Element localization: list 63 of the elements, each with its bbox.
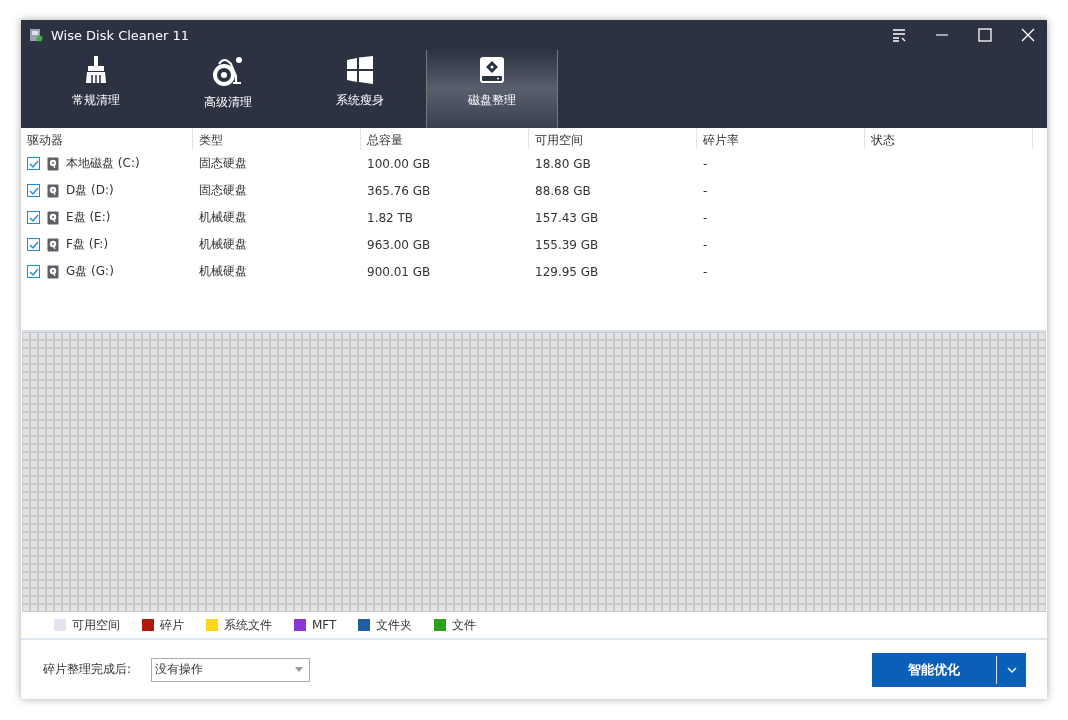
table-cell: 100.00 GB <box>367 156 431 171</box>
table-cell: 900.01 GB <box>367 264 431 279</box>
legend-label: 文件 <box>452 616 477 634</box>
table-cell: 155.39 GB <box>535 237 599 252</box>
legend-label: 系统文件 <box>224 616 272 634</box>
table-cell: - <box>703 264 708 279</box>
table-cell: G盘 (G:) <box>66 263 114 280</box>
column-header[interactable]: 可用空间 <box>529 128 697 150</box>
table-cell: 18.80 GB <box>535 156 591 171</box>
checkbox[interactable] <box>27 265 40 278</box>
table-cell: 固态硬盘 <box>199 156 247 170</box>
checkbox[interactable] <box>27 238 40 251</box>
menu-icon[interactable] <box>892 28 906 42</box>
table-cell: D盘 (D:) <box>66 182 114 199</box>
table-cell: 88.68 GB <box>535 183 591 198</box>
action-dropdown[interactable]: 没有操作 <box>151 657 310 682</box>
table-cell: 129.95 GB <box>535 264 599 279</box>
column-header[interactable]: 驱动器 <box>21 128 193 150</box>
tab[interactable]: 系统瘦身 <box>294 50 426 128</box>
close-icon[interactable] <box>1021 28 1035 42</box>
checkbox[interactable] <box>27 157 40 170</box>
caret-icon <box>295 667 303 672</box>
vacuum-icon <box>213 56 243 86</box>
table-cell: 机械硬盘 <box>199 210 247 224</box>
window-title: Wise Disk Cleaner 11 <box>51 27 190 43</box>
drive-icon <box>47 156 59 171</box>
column-header[interactable]: 类型 <box>193 128 361 150</box>
table-cell: E盘 (E:) <box>66 209 111 226</box>
windows-icon <box>347 56 373 84</box>
maximize-icon[interactable] <box>978 28 992 42</box>
column-header[interactable]: 碎片率 <box>697 128 865 150</box>
app-icon <box>29 28 43 42</box>
table-cell: 157.43 GB <box>535 210 599 225</box>
column-header[interactable]: 状态 <box>865 128 1033 150</box>
legend-label: MFT <box>312 618 337 632</box>
after-defrag-label: 碎片整理完成后: <box>43 661 133 678</box>
tab[interactable]: 磁盘整理 <box>426 50 558 128</box>
chevron-icon <box>1006 666 1017 673</box>
column-header[interactable]: 总容量 <box>361 128 529 150</box>
legend-label: 可用空间 <box>72 616 120 634</box>
table-cell: 固态硬盘 <box>199 183 247 197</box>
drive-icon <box>47 210 59 225</box>
table-cell: 机械硬盘 <box>199 264 247 278</box>
table-cell: 365.76 GB <box>367 183 431 198</box>
drive-icon <box>47 237 59 252</box>
legend-label: 碎片 <box>160 616 184 634</box>
table-cell: 本地磁盘 (C:) <box>66 155 140 172</box>
table-cell: - <box>703 210 708 225</box>
checkbox[interactable] <box>27 211 40 224</box>
legend-label: 文件夹 <box>376 616 413 634</box>
table-cell: 963.00 GB <box>367 237 431 252</box>
broom-icon <box>84 56 108 84</box>
tab[interactable]: 高级清理 <box>162 50 294 128</box>
drive-icon <box>47 264 59 279</box>
checkbox[interactable] <box>27 184 40 197</box>
tab[interactable]: 常规清理 <box>30 50 162 128</box>
table-cell: - <box>703 156 708 171</box>
drive-icon <box>47 183 59 198</box>
table-cell: 1.82 TB <box>367 210 414 225</box>
table-cell: - <box>703 183 708 198</box>
table-cell: 机械硬盘 <box>199 237 247 251</box>
table-cell: F盘 (F:) <box>66 236 109 253</box>
table-cell: - <box>703 237 708 252</box>
